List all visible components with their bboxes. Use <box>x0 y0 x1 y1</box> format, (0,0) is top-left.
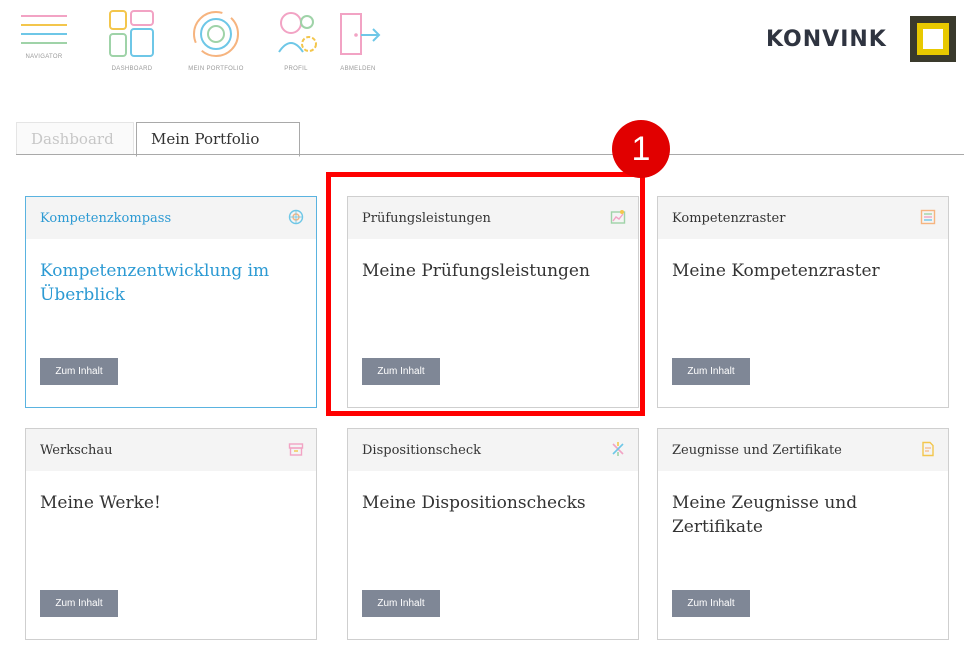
card-description: Meine Zeugnisse und Zertifikate <box>672 493 858 537</box>
zum-inhalt-button[interactable]: Zum Inhalt <box>672 590 750 617</box>
nav-navigator-label: NAVIGATOR <box>25 54 63 60</box>
brand-logo-icon <box>910 16 956 62</box>
annotation-highlight-box <box>326 172 645 416</box>
nav-abmelden[interactable]: ABMELDEN <box>320 8 396 72</box>
certificate-doc-icon <box>922 441 934 457</box>
zum-inhalt-button[interactable]: Zum Inhalt <box>40 590 118 617</box>
sparkle-check-icon <box>612 442 624 456</box>
nav-abmelden-label: ABMELDEN <box>340 66 376 72</box>
card-description: Meine Kompetenzraster <box>672 261 880 281</box>
nav-mein-portfolio[interactable]: MEIN PORTFOLIO <box>178 8 254 72</box>
card-dispositionscheck[interactable]: Dispositionscheck Meine Dispositionschec… <box>347 428 639 640</box>
portfolio-rings-icon <box>193 11 239 57</box>
card-kompetenzraster[interactable]: Kompetenzraster Meine Kompetenzraster Zu… <box>657 196 949 408</box>
card-description: Meine Dispositionschecks <box>362 493 586 513</box>
zum-inhalt-button[interactable]: Zum Inhalt <box>40 358 118 385</box>
tab-mein-portfolio[interactable]: Mein Portfolio <box>136 122 300 157</box>
brand-wordmark: KONVINK <box>766 27 887 52</box>
top-navigation: NAVIGATOR DASHBOARD MEIN PORTFOLIO PROFI… <box>0 0 964 90</box>
card-title: Kompetenzkompass <box>40 211 172 226</box>
archive-box-icon <box>288 443 304 456</box>
logout-door-icon <box>340 13 381 55</box>
card-header: Zeugnisse und Zertifikate <box>658 429 948 471</box>
tab-divider <box>16 154 964 155</box>
card-title: Werkschau <box>40 443 113 458</box>
annotation-number-badge: 1 <box>612 120 670 178</box>
profile-gears-icon <box>278 12 317 53</box>
dashboard-grid-icon <box>109 10 154 57</box>
card-title: Dispositionscheck <box>362 443 481 458</box>
card-zeugnisse-und-zertifikate[interactable]: Zeugnisse und Zertifikate Meine Zeugniss… <box>657 428 949 640</box>
tab-dashboard[interactable]: Dashboard <box>16 122 134 155</box>
card-header: Dispositionscheck <box>348 429 638 471</box>
nav-navigator[interactable]: NAVIGATOR <box>6 8 82 60</box>
card-header: Werkschau <box>26 429 316 471</box>
card-kompetenzkompass[interactable]: Kompetenzkompass Kompetenzentwicklung im… <box>25 196 317 408</box>
card-header: Kompetenzraster <box>658 197 948 239</box>
card-title: Kompetenzraster <box>672 211 786 226</box>
card-description: Kompetenzentwicklung im Überblick <box>40 261 270 305</box>
card-werkschau[interactable]: Werkschau Meine Werke! Zum Inhalt <box>25 428 317 640</box>
card-description: Meine Werke! <box>40 493 161 513</box>
card-header: Kompetenzkompass <box>26 197 316 239</box>
nav-mein-portfolio-label: MEIN PORTFOLIO <box>188 66 244 72</box>
card-title: Zeugnisse und Zertifikate <box>672 443 842 458</box>
zum-inhalt-button[interactable]: Zum Inhalt <box>362 590 440 617</box>
grid-sliders-icon <box>920 209 936 225</box>
zum-inhalt-button[interactable]: Zum Inhalt <box>672 358 750 385</box>
nav-dashboard[interactable]: DASHBOARD <box>94 8 170 72</box>
compass-icon <box>288 209 304 225</box>
tab-bar: Dashboard Mein Portfolio <box>16 122 964 157</box>
nav-dashboard-label: DASHBOARD <box>111 66 153 72</box>
hamburger-menu-icon <box>21 15 67 44</box>
